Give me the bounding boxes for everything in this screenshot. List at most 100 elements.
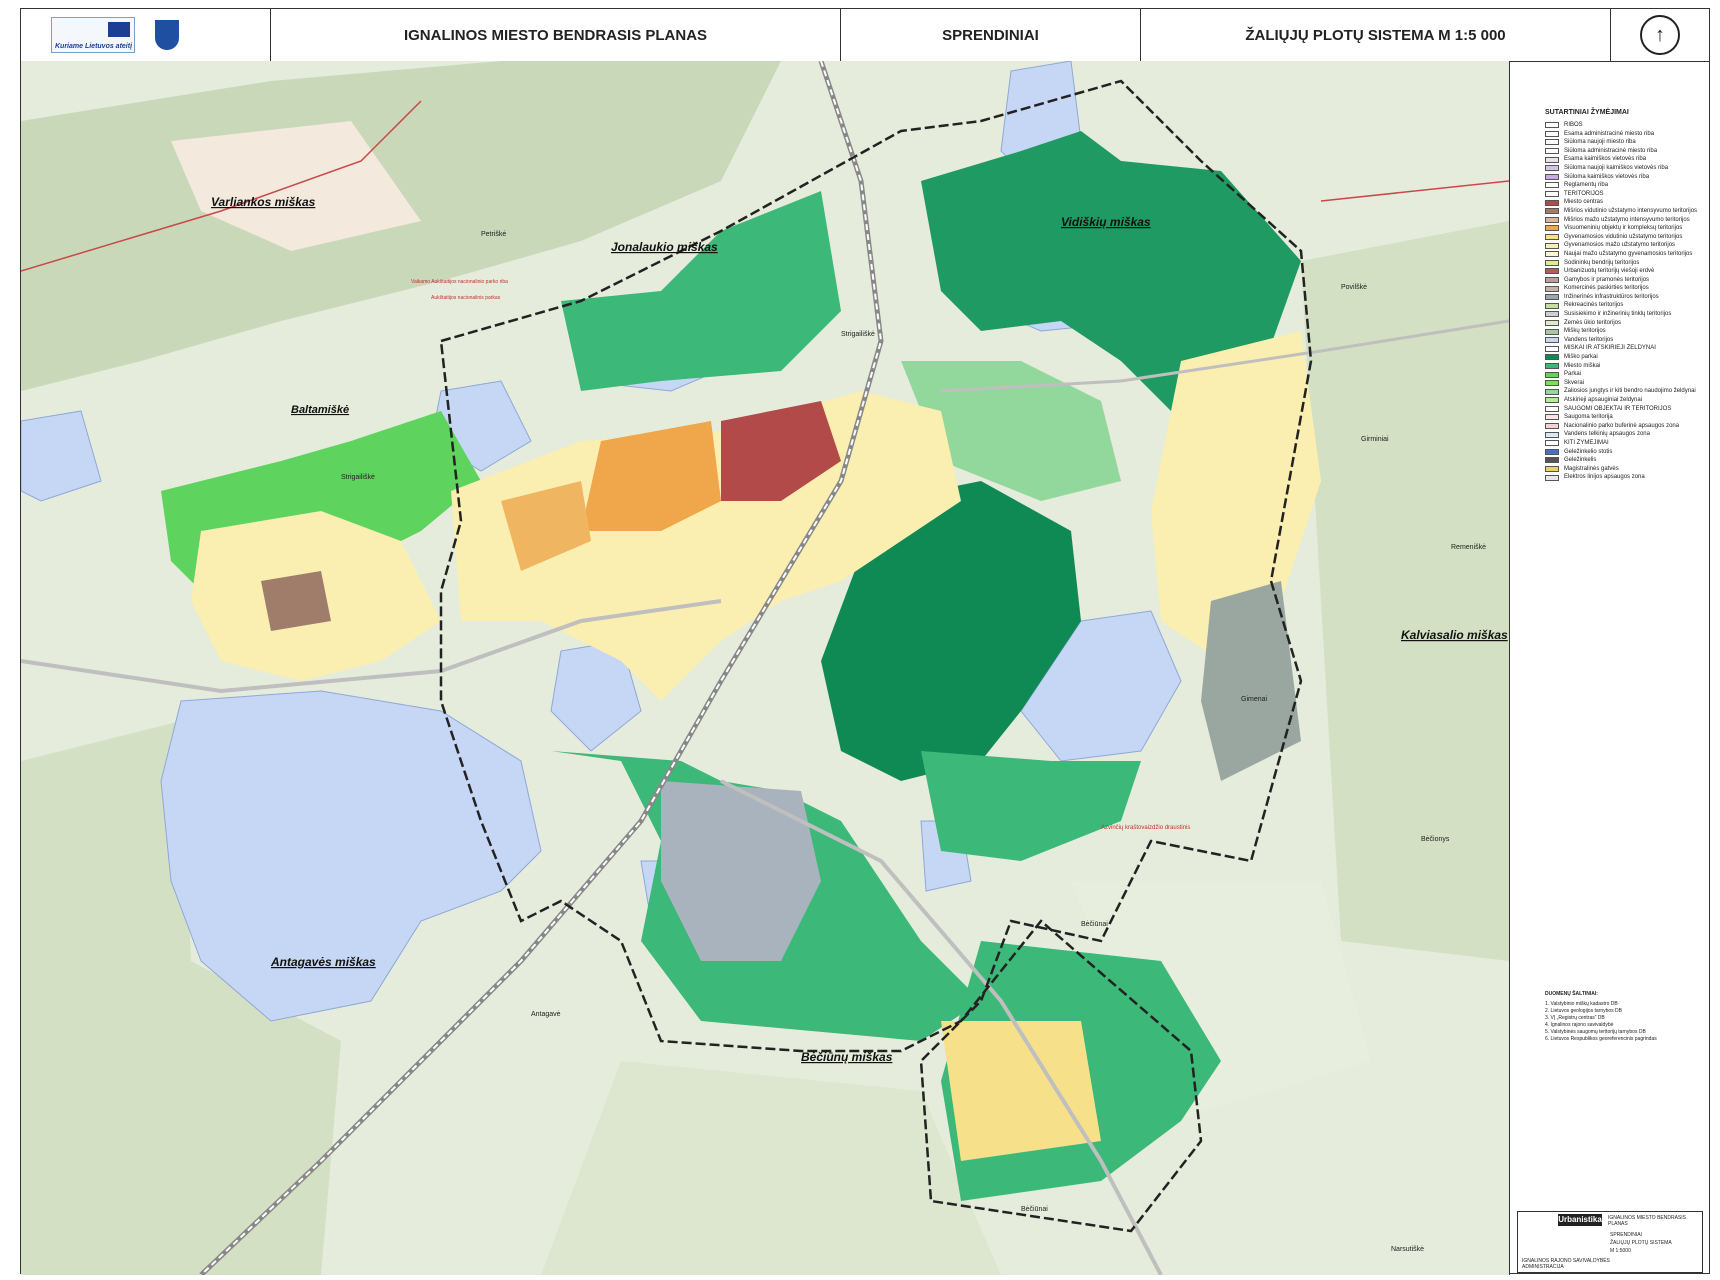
legend-swatch [1545, 414, 1559, 421]
legend-label: Parkai [1564, 371, 1582, 378]
legend-item: Siūloma naujoji kaimiškos vietovės riba [1545, 164, 1705, 173]
label-antagave: Antagavė [531, 1011, 561, 1018]
legend-swatch [1545, 466, 1559, 473]
legend-swatch [1545, 199, 1559, 206]
legend-label: Komercinės paskirties teritorijos [1564, 285, 1649, 292]
legend-label: Žemės ūkio teritorijos [1564, 319, 1622, 326]
legend-label: Siūloma administracinė miesto riba [1564, 147, 1658, 154]
source-line: 5. Valstybinės saugomų teritorijų tarnyb… [1545, 1029, 1646, 1035]
legend-label: Miesto miškai [1564, 362, 1601, 369]
label-gimenai: Gimenai [1241, 696, 1268, 703]
legend-swatch [1545, 251, 1559, 258]
label-beciunai: Bėčiūnai [1081, 921, 1108, 928]
legend-label: Miškų teritorijos [1564, 328, 1606, 335]
source-line: 1. Valstybinio miškų kadastro DB [1545, 1001, 1618, 1007]
logo-cell: Kuriame Lietuvos ateitį [21, 9, 271, 61]
legend-swatch [1545, 380, 1559, 387]
legend-label: Gyvenamosios mažo užstatymo teritorijos [1564, 242, 1676, 249]
legend-swatch [1545, 440, 1559, 447]
map-area[interactable]: Varliankos miškas Jonalaukio miškas Vidi… [21, 61, 1510, 1275]
label-aukstaitijos-parkas: Aukštaitijos nacionalinis parkas [431, 295, 501, 301]
legend-label: Mišrios mažo užstatymo intensyvumo terit… [1564, 216, 1690, 223]
eu-funds-logo: Kuriame Lietuvos ateitį [51, 17, 135, 53]
label-povilske: Povilškė [1341, 284, 1367, 291]
legend-swatch [1545, 130, 1559, 137]
label-girminiai: Girminiai [1361, 436, 1389, 443]
sources-title: DUOMENŲ ŠALTINIAI: [1545, 991, 1598, 997]
legend-label: Miško parkai [1564, 354, 1598, 361]
legend-swatch [1545, 474, 1559, 481]
legend-swatch [1545, 182, 1559, 189]
legend-label: SAUGOMI OBJEKTAI IR TERITORIJOS [1564, 405, 1672, 412]
legend-swatch [1545, 242, 1559, 249]
legend-label: Elektros linijos apsaugos zona [1564, 474, 1645, 481]
legend-item: RIBOS [1545, 121, 1705, 130]
label-jonalaukio-miskas: Jonalaukio miškas [611, 240, 718, 254]
legend-swatch [1545, 354, 1559, 361]
label-strigailiske: Strigailiškė [341, 474, 375, 481]
legend-item: Elektros linijos apsaugos zona [1545, 473, 1705, 482]
legend-item: TERITORIJOS [1545, 190, 1705, 199]
legend-swatch [1545, 268, 1559, 275]
legend-label: Susisiekimo ir inžinerinių tinklų terito… [1564, 311, 1672, 318]
plan-section: SPRENDINIAI [841, 9, 1141, 61]
source-line: 2. Lietuvos geologijos tarnybos DB [1545, 1008, 1622, 1014]
header-bar: Kuriame Lietuvos ateitį IGNALINOS MIESTO… [21, 9, 1709, 62]
legend-label: Visuomeninių objektų ir kompleksų terito… [1564, 225, 1683, 232]
legend-label: MIŠKAI IR ATSKIRIEJI ŽELDYNAI [1564, 345, 1656, 352]
legend-item: Parkai [1545, 370, 1705, 379]
legend-swatch [1545, 311, 1559, 318]
company-logo: Urbanistika [1558, 1214, 1602, 1226]
legend-item: Urbanizuotų teritorijų viešoji erdvė [1545, 267, 1705, 276]
legend-swatch [1545, 148, 1559, 155]
legend-swatch [1545, 208, 1559, 215]
coat-of-arms-icon [155, 20, 179, 50]
legend-label: Naujai mažo užstatymo gyvenamosios terit… [1564, 250, 1693, 257]
legend-label: Siūloma naujoji miesto riba [1564, 139, 1636, 146]
legend-item: Nacionalinio parko buferinė apsaugos zon… [1545, 422, 1705, 431]
label-varliankos-miskas: Varliankos miškas [211, 195, 316, 209]
data-sources: DUOMENŲ ŠALTINIAI: 1. Valstybinio miškų … [1545, 991, 1705, 1043]
legend-item: KITI ŽYMĖJIMAI [1545, 439, 1705, 448]
legend-label: Skverai [1564, 379, 1585, 386]
label-beciunys: Bėčionys [1421, 836, 1450, 843]
legend-label: Sodininkų bendrijų teritorijos [1564, 259, 1640, 266]
mixed-area-west [261, 571, 331, 631]
label-remeniske: Remeniškė [1451, 544, 1486, 551]
legend-item: Rekreacinės teritorijos [1545, 301, 1705, 310]
map-sheet: Kuriame Lietuvos ateitį IGNALINOS MIESTO… [20, 8, 1710, 1275]
legend-item: SAUGOMI OBJEKTAI IR TERITORIJOS [1545, 405, 1705, 414]
legend-label: Esama kaimiškos vietovės riba [1564, 156, 1647, 163]
legend-swatch [1545, 328, 1559, 335]
legend-swatch [1545, 431, 1559, 438]
legend-panel: SUTARTINIAI ŽYMĖJIMAI RIBOS Esama adminis… [1509, 61, 1709, 1275]
label-park-boundary: Vaikamo Aukštaitijos nacionalinio parko … [411, 279, 508, 285]
legend-label: Saugoma teritorija [1564, 414, 1613, 421]
legend-label: Urbanizuotų teritorijų viešoji erdvė [1564, 268, 1655, 275]
legend-label: Vandens teritorijos [1564, 336, 1614, 343]
label-beciunai-south: Bėčiūnai [1021, 1206, 1048, 1213]
legend-item: Susisiekimo ir inžinerinių tinklų terito… [1545, 310, 1705, 319]
tb-client: IGNALINOS RAJONO SAVIVALDYBĖS ADMINISTRA… [1522, 1258, 1610, 1270]
legend-swatch [1545, 388, 1559, 395]
legend-item: Naujai mažo užstatymo gyvenamosios terit… [1545, 250, 1705, 259]
sheet-title: ŽALIŲJŲ PLOTŲ SISTEMA M 1:5 000 [1141, 9, 1611, 61]
label-baltamiske: Baltamiškė [291, 404, 349, 416]
legend-item: Geležinkelis [1545, 456, 1705, 465]
legend-item: Miško parkai [1545, 353, 1705, 362]
label-antagaves-miskas: Antagavės miškas [270, 955, 376, 969]
sources-lines: 1. Valstybinio miškų kadastro DB 2. Lietu… [1545, 1001, 1705, 1043]
legend-swatch [1545, 139, 1559, 146]
eu-logo-text: Kuriame Lietuvos ateitį [55, 43, 133, 50]
legend-item: Mišrios mažo užstatymo intensyvumo terit… [1545, 216, 1705, 225]
legend-item: Siūloma naujoji miesto riba [1545, 138, 1705, 147]
legend-item: Saugoma teritorija [1545, 413, 1705, 422]
map-canvas: Varliankos miškas Jonalaukio miškas Vidi… [21, 61, 1509, 1275]
legend-item: Žaliosios jungtys ir kiti bendro naudoji… [1545, 387, 1705, 396]
north-arrow-icon: ↑ [1640, 15, 1680, 55]
legend-label: Vandens telkinių apsaugos zona [1564, 431, 1650, 438]
legend-item: MIŠKAI IR ATSKIRIEJI ŽELDYNAI [1545, 344, 1705, 353]
legend-swatch [1545, 337, 1559, 344]
source-line: 3. VĮ „Registrų centras“ DB [1545, 1015, 1605, 1021]
legend-item: Inžinerinės infrastruktūros teritorijos [1545, 293, 1705, 302]
